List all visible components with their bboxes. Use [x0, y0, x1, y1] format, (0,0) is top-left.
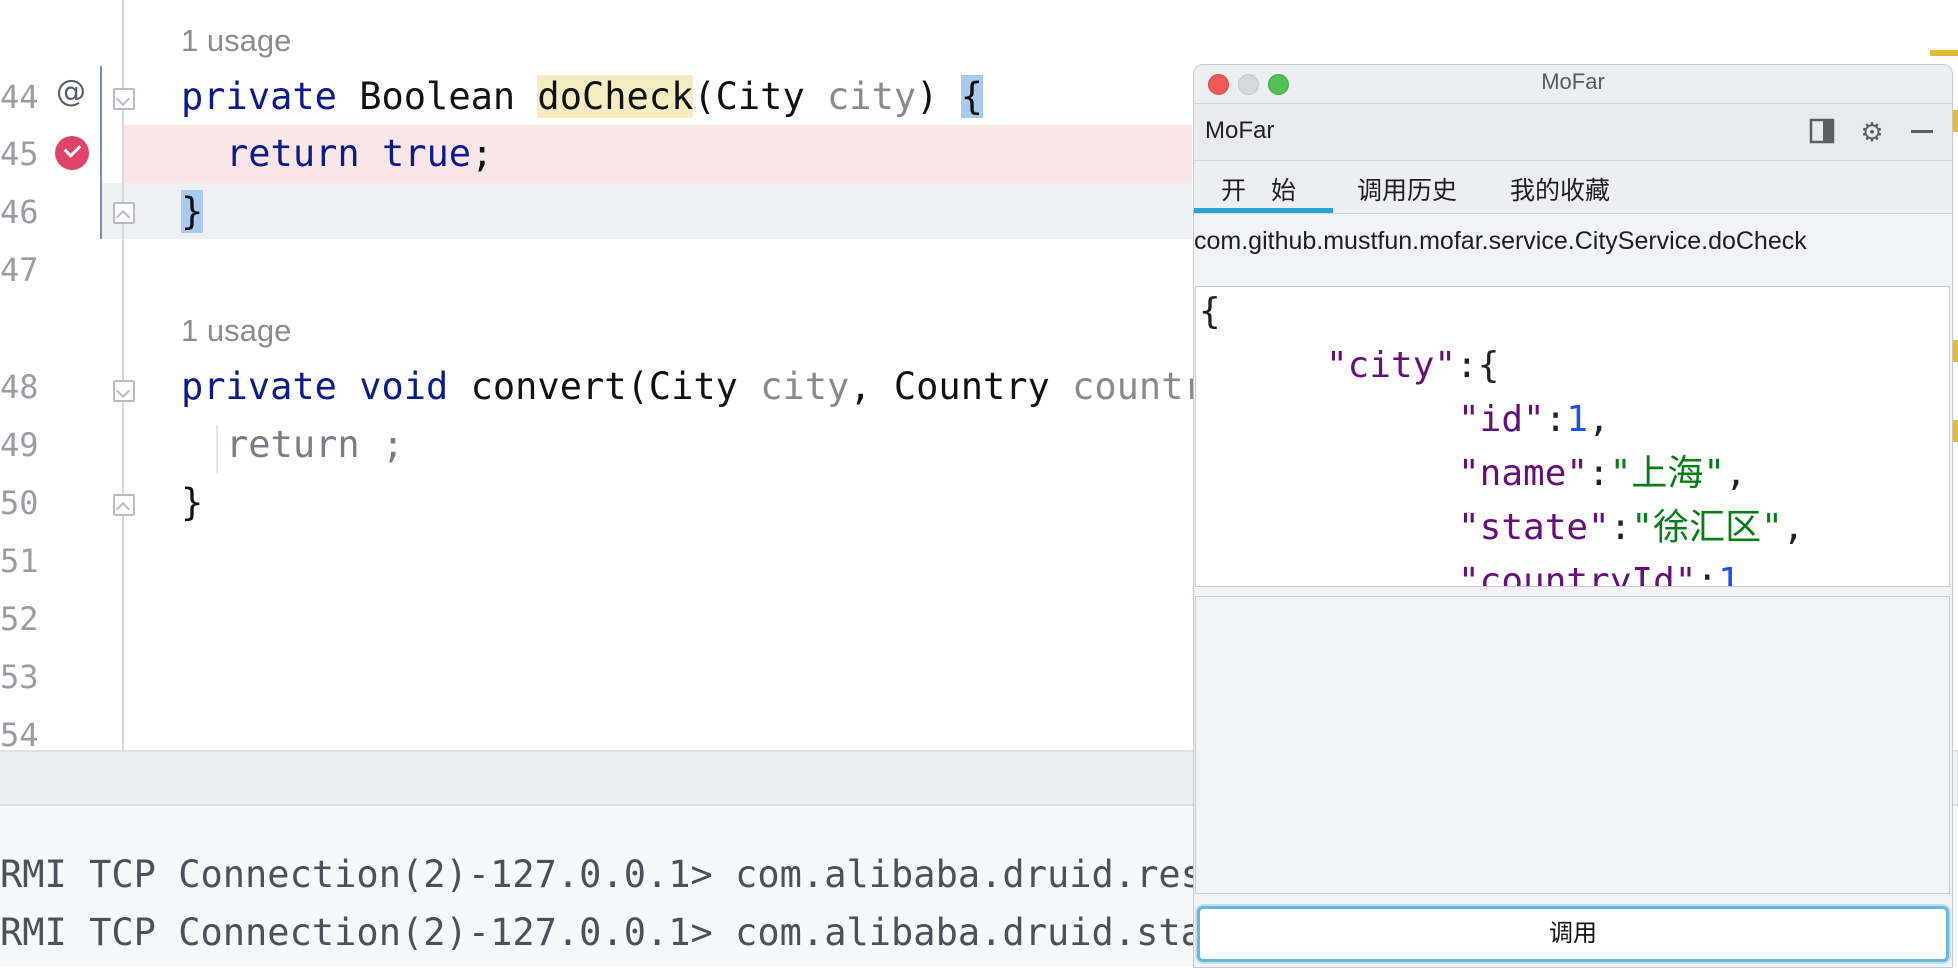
code-line-46[interactable]: }	[181, 183, 204, 241]
indent-guide	[216, 425, 218, 473]
json-key: "countryId"	[1458, 561, 1697, 587]
scroll-marker[interactable]	[1930, 50, 1958, 56]
fold-collapse-icon[interactable]	[113, 88, 135, 110]
invoke-button[interactable]: 调用	[1197, 906, 1949, 962]
usage-hint[interactable]: 1 usage	[181, 311, 291, 351]
line-number: 49	[0, 426, 39, 464]
json-punct: :{	[1456, 345, 1500, 386]
signature: , Country	[849, 365, 1073, 408]
keyword: private	[181, 75, 337, 118]
json-string: "徐汇区"	[1631, 507, 1783, 548]
matched-brace: }	[181, 190, 204, 233]
tab-call-history[interactable]: 调用历史	[1357, 171, 1457, 207]
signature: )	[916, 75, 961, 118]
json-punct: ,	[1782, 507, 1805, 548]
line-number: 50	[0, 484, 39, 522]
json-string: "上海"	[1609, 453, 1726, 494]
type: Boolean	[336, 75, 538, 118]
method-name: doCheck	[537, 75, 694, 118]
fold-collapse-icon[interactable]	[113, 380, 135, 402]
code-line-50[interactable]: }	[181, 474, 203, 532]
keyword: return	[226, 132, 360, 175]
line-number: 52	[0, 600, 39, 638]
parameter: countr	[1072, 365, 1206, 408]
json-key: "state"	[1458, 507, 1610, 548]
params-json-editor[interactable]: { "city":{ "id":1, "name":"上海", "state":…	[1195, 286, 1950, 587]
json-number: 1	[1566, 399, 1589, 440]
line-number: 45	[0, 135, 39, 173]
console-line: RMI TCP Connection(2)-127.0.0.1> com.ali…	[0, 853, 1226, 896]
code-line-44[interactable]: private Boolean doCheck(City city) {	[181, 68, 983, 126]
tab-start[interactable]: 开 始	[1221, 171, 1296, 207]
json-number: 1	[1718, 561, 1740, 587]
json-key: "city"	[1326, 345, 1457, 386]
layout-toggle-icon[interactable]	[1808, 118, 1836, 146]
minimize-icon[interactable]	[1908, 118, 1936, 146]
breakpoint-check-icon[interactable]	[55, 136, 89, 170]
usage-hint[interactable]: 1 usage	[181, 21, 291, 61]
gear-icon[interactable]: ⚙	[1858, 118, 1886, 146]
tab-favorites[interactable]: 我的收藏	[1510, 171, 1610, 207]
matched-brace: {	[960, 75, 983, 118]
code-line-45[interactable]: return true;	[226, 125, 493, 183]
method-path: com.github.mustfun.mofar.service.CitySer…	[1194, 227, 1807, 255]
mofar-window: MoFar MoFar ⚙ 开 始 调用历史 我的收藏 com.github.m…	[1193, 64, 1953, 968]
parameter: city	[827, 75, 917, 118]
semicolon: ;	[471, 132, 494, 175]
fold-end-icon[interactable]	[113, 494, 135, 516]
line-number: 51	[0, 542, 39, 580]
line-number: 48	[0, 368, 39, 406]
json-punct: :	[1609, 507, 1632, 548]
json-key: "name"	[1458, 453, 1589, 494]
keyword: private	[181, 365, 337, 408]
current-line-highlight	[102, 183, 1192, 239]
console-line: RMI TCP Connection(2)-127.0.0.1> com.ali…	[0, 911, 1203, 954]
window-title: MoFar	[1541, 69, 1605, 94]
line-number: 44	[0, 78, 39, 116]
keyword: void	[359, 365, 449, 408]
tool-window-title: MoFar	[1205, 117, 1275, 144]
json-punct: :	[1696, 561, 1719, 587]
json-punct: :	[1544, 399, 1567, 440]
json-key: "id"	[1458, 399, 1545, 440]
json-punct: {	[1199, 291, 1221, 332]
line-number: 46	[0, 193, 39, 231]
implementation-at-icon[interactable]: @	[56, 74, 86, 109]
signature: convert(City	[448, 365, 761, 408]
json-punct: ,	[1588, 399, 1610, 440]
line-number: 53	[0, 658, 39, 696]
gutter-separator	[122, 0, 124, 750]
code-line-48[interactable]: private void convert(City city, Country …	[181, 358, 1206, 416]
parameter: city	[760, 365, 850, 408]
fold-end-icon[interactable]	[113, 202, 135, 224]
keyword: true	[381, 132, 472, 175]
tool-window-header: MoFar ⚙	[1194, 104, 1952, 161]
active-tab-indicator	[1194, 208, 1333, 213]
window-titlebar[interactable]: MoFar	[1194, 65, 1952, 104]
change-marker	[100, 66, 102, 239]
signature: (City	[693, 75, 828, 118]
line-number: 47	[0, 251, 39, 289]
json-punct: :	[1588, 453, 1610, 494]
tab-bar: 开 始 调用历史 我的收藏	[1194, 161, 1952, 214]
json-punct: ,	[1725, 453, 1747, 494]
code-line-49[interactable]: return ;	[226, 416, 404, 474]
result-output-area[interactable]	[1195, 596, 1950, 894]
